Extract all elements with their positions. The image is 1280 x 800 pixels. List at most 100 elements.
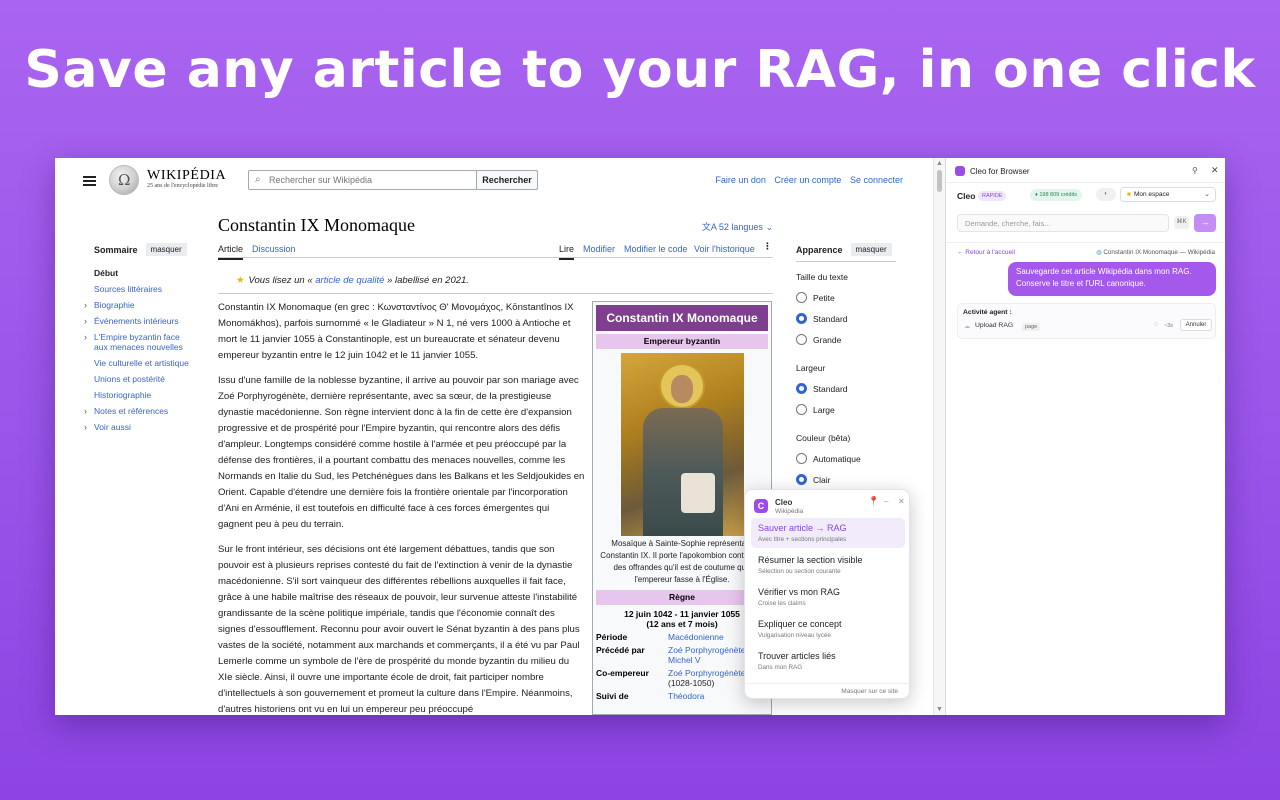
send-button[interactable]: → [1194,214,1216,232]
popup-action[interactable]: Expliquer ce concept Vulgarisation niveau… [751,614,905,644]
chevron-right-icon[interactable]: › [84,422,87,432]
tab-read[interactable]: Lire [559,244,575,260]
tab-edit[interactable]: Modifier [583,244,615,254]
pin-icon[interactable]: 📍 [868,496,879,507]
appearance-hide-button[interactable]: masquer [850,243,892,256]
tab-article[interactable]: Article [218,244,244,260]
upload-icon: ☁ [964,324,970,330]
width-label: Largeur [796,363,826,373]
cleo-logo-icon: C [754,499,768,513]
scroll-up-icon[interactable]: ▲ [936,160,943,167]
radio-large[interactable]: Grande [796,334,896,345]
pin-icon[interactable]: ⚲ [1192,166,1198,175]
popup-action[interactable]: Vérifier vs mon RAG Croise les claims [751,582,905,612]
chevron-right-icon[interactable]: › [84,406,87,416]
more-icon[interactable]: ⋮ [763,241,772,252]
reign-header: Règne [596,590,768,605]
tab-discussion[interactable]: Discussion [252,244,296,254]
back-home-link[interactable]: ← Retour à l'accueil [957,249,1015,256]
mosaic-image[interactable] [620,353,744,536]
search-input[interactable] [269,173,469,187]
toc-item[interactable]: Historiographie [83,390,193,400]
article-title: Constantin IX Monomaque [218,215,415,235]
appearance-title: Apparence [796,244,843,255]
popup-action[interactable]: Trouver articles liés Dans mon RAG [751,646,905,676]
text-size-label: Taille du texte [796,272,848,282]
translate-icon: 文A [701,222,717,232]
cleo-side-panel: Cleo for Browser ⚲ ✕ Cleo RAPIDE ♦ 198 8… [945,158,1225,715]
activity-item: Upload RAG [975,322,1014,329]
cancel-button[interactable]: Annuler [1180,319,1212,331]
prompt-input[interactable]: Demande, cherche, fais... [957,214,1169,232]
activity-title: Activité agent : [963,309,1012,316]
minimize-icon[interactable]: – [884,497,888,506]
context-label: ◍ Constantin IX Monomaque — Wikipédia [1096,249,1215,256]
hide-on-site-link[interactable]: Masquer sur ce site [745,683,911,695]
cleo-logo-icon [955,166,965,176]
page-scrollbar[interactable]: ▲ ▼ [933,158,945,715]
wikipedia-globe-icon[interactable] [109,165,139,195]
activity-time: ~3s [1164,323,1174,329]
toc-item[interactable]: › L'Empire byzantin face aux menaces nouv… [83,332,193,352]
toc-item[interactable]: › Voir aussi [83,422,193,432]
chevron-right-icon[interactable]: › [84,300,87,310]
radio-standard-width[interactable]: Standard [796,383,896,394]
user-message: Sauvegarde cet article Wikipédia dans mo… [1008,262,1216,296]
scroll-thumb[interactable] [937,170,942,192]
page-tabs: Article Discussion Lire Modifier Modifie… [218,238,773,260]
table-of-contents: Sommaire masquer Début Sources littéraire… [83,243,193,432]
appearance-panel: Apparence masquer Taille du texte Petite… [796,243,896,485]
chevron-right-icon[interactable]: › [84,316,87,326]
tab-edit-code[interactable]: Modifier le code [624,244,688,254]
wikipedia-wordmark[interactable]: WIKIPÉDIA [147,168,226,184]
popup-site: Wikipédia [775,508,804,515]
activity-tag: page [1022,323,1041,331]
star-icon: ★ [236,275,245,286]
infobox-subtitle: Empereur byzantin [596,334,768,349]
toc-item[interactable]: › Biographie [83,300,193,310]
spinner-icon: ◌ [1154,321,1159,328]
radio-small[interactable]: Petite [796,292,896,303]
toc-item[interactable]: › Notes et références [83,406,193,416]
toc-item[interactable]: Unions et postérité [83,374,193,384]
toc-item[interactable]: › Événements intérieurs [83,316,193,326]
browser-window: WIKIPÉDIA 25 ans de l'encyclopédie libre… [55,158,1225,715]
popup-action[interactable]: Sauver article → RAG Avec titre + section… [751,518,905,548]
radio-auto[interactable]: Automatique [796,453,896,464]
keyboard-shortcut-icon[interactable]: ⌘K [1174,216,1189,229]
login-link[interactable]: Se connecter [850,175,903,185]
menu-icon[interactable] [83,174,96,188]
theme-toggle-icon[interactable]: ◐ [1096,188,1116,201]
toc-item[interactable]: Vie culturelle et artistique [83,358,193,368]
create-account-link[interactable]: Créer un compte [774,175,841,185]
quality-article-link[interactable]: article de qualité [315,275,384,286]
donate-link[interactable]: Faire un don [715,175,766,185]
scroll-down-icon[interactable]: ▼ [936,706,943,713]
cleo-popup: C Cleo Wikipédia 📍 – ✕ Sauver article → … [744,489,911,699]
user-links: Faire un don Créer un compte Se connecte… [709,175,903,185]
infobox-title: Constantin IX Monomaque [596,305,768,331]
chevron-right-icon[interactable]: › [84,332,87,342]
workspace-select[interactable]: ■ Mon espace ⌄ [1120,187,1216,202]
radio-wide[interactable]: Large [796,404,896,415]
close-panel-icon[interactable]: ✕ [1211,165,1219,176]
popup-title: Cleo [775,498,793,507]
toc-item[interactable]: Sources littéraires [83,284,193,294]
credits-badge: ♦ 198 809 crédits [1030,189,1082,201]
toc-item[interactable]: Début [83,268,193,278]
wikipedia-tagline: 25 ans de l'encyclopédie libre [147,183,219,189]
tab-history[interactable]: Voir l'historique [694,244,755,254]
close-icon[interactable]: ✕ [898,497,905,506]
search-button[interactable]: Rechercher [476,170,538,190]
toc-title: Sommaire [94,244,138,255]
wikipedia-page: WIKIPÉDIA 25 ans de l'encyclopédie libre… [55,158,933,715]
mode-badge[interactable]: RAPIDE [978,191,1007,201]
quality-banner: ★ Vous lisez un « article de qualité » la… [218,268,773,294]
radio-standard-size[interactable]: Standard [796,313,896,324]
paragraph-intro: Constantin IX Monomaque (en grec : Κωνστ… [218,302,574,361]
languages-button[interactable]: 文A 52 langues ⌄ [702,220,773,233]
popup-action[interactable]: Résumer la section visible Sélection ou s… [751,550,905,580]
paragraph-3: Sur le front intérieur, ses décisions on… [218,544,580,715]
radio-light[interactable]: Clair [796,474,896,485]
toc-hide-button[interactable]: masquer [145,243,187,256]
